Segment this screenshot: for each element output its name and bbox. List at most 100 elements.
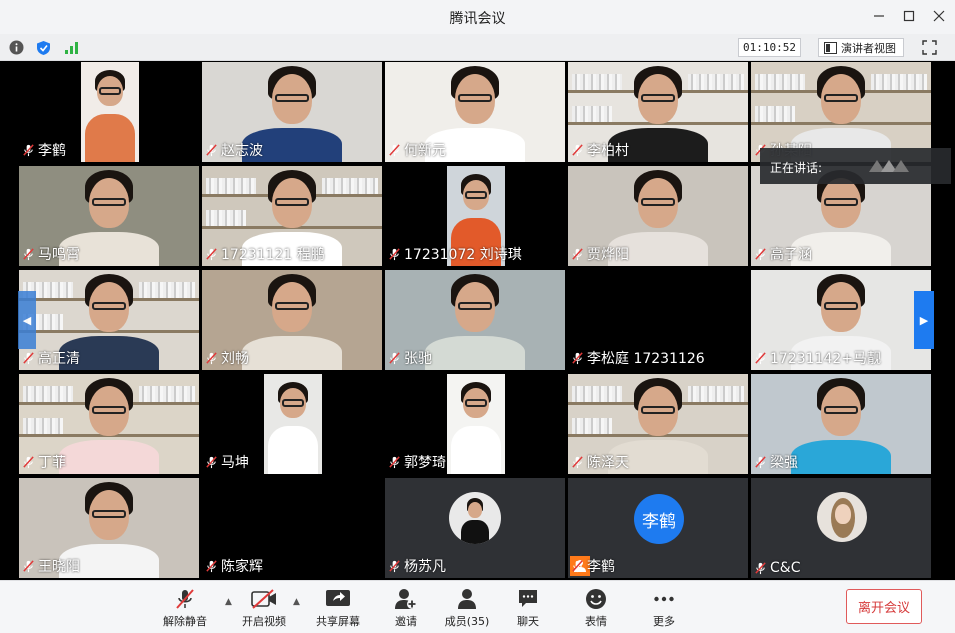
participant-name: 高子涵 (770, 247, 812, 263)
participant-name: 李柏村 (587, 143, 629, 159)
participant-name-tag: 张驰 (388, 348, 432, 368)
maximize-button[interactable] (897, 5, 921, 27)
share-screen-button[interactable]: 共享屏幕 (306, 587, 370, 629)
participant-name-tag: 17231072 刘诗琪 (388, 244, 522, 264)
participant-tile[interactable]: 孙某阳 (751, 62, 931, 162)
members-button[interactable]: 成员(35) (435, 587, 499, 629)
invite-label: 邀请 (395, 615, 417, 628)
participant-tile[interactable]: 丁菲 (19, 374, 199, 474)
info-icon (9, 40, 24, 55)
books-decoration (755, 74, 805, 90)
portrait-video (447, 374, 505, 474)
start-video-button[interactable]: 开启视频 (232, 587, 296, 629)
title-bar: 腾讯会议 (0, 0, 955, 34)
signal-bars-icon (65, 41, 78, 54)
participant-name: 郭梦琦 (404, 455, 446, 471)
mic-muted-icon (176, 589, 194, 609)
mic-muted-icon (389, 559, 400, 572)
participant-tile[interactable]: 李松庭 17231126 (568, 270, 748, 370)
glasses-decoration (458, 94, 492, 102)
participant-name: 杨苏凡 (404, 559, 446, 575)
participant-tile[interactable]: 赵志波 (202, 62, 382, 162)
books-decoration (23, 418, 63, 434)
participant-tile[interactable]: 何新元 (385, 62, 565, 162)
books-decoration (322, 178, 378, 194)
person-body (791, 440, 891, 474)
glasses-decoration (92, 198, 126, 206)
video-options-caret[interactable]: ▲ (293, 597, 303, 607)
participant-name: 赵志波 (221, 143, 263, 159)
presenter-view-label: 演讲者视图 (841, 41, 896, 55)
books-decoration (206, 178, 256, 194)
meeting-info-button[interactable] (8, 39, 25, 56)
meeting-info-bar: 01:10:52 演讲者视图 (0, 34, 955, 61)
books-decoration (572, 386, 622, 402)
arrow-right-icon: ▶ (919, 313, 929, 327)
mic-muted-icon (572, 143, 583, 156)
participant-tile[interactable]: 杨苏凡 (385, 478, 565, 578)
participant-name-tag: 李柏村 (571, 140, 629, 160)
more-button[interactable]: 更多 (632, 587, 696, 629)
mic-muted-icon (23, 455, 34, 468)
participant-avatar-photo (449, 492, 501, 544)
minimize-button[interactable] (867, 5, 891, 27)
video-grid: 李鹤 赵志波 何新元 李柏村 孙某阳 马鸣霄 17231121 程鹏 (0, 62, 955, 580)
participant-tile[interactable]: 李鹤 (19, 62, 199, 162)
presenter-view-button[interactable]: 演讲者视图 (818, 38, 904, 57)
network-signal-button[interactable] (63, 39, 80, 56)
close-button[interactable] (927, 5, 951, 27)
prev-page-button[interactable]: ◀ (18, 291, 36, 349)
security-button[interactable] (35, 39, 52, 56)
participant-tile[interactable]: 陈泽天 (568, 374, 748, 474)
leave-meeting-button[interactable]: 离开会议 (846, 589, 922, 624)
participant-tile[interactable]: C&C (751, 478, 931, 578)
participant-tile[interactable]: 贾烨阳 (568, 166, 748, 266)
chat-label: 聊天 (517, 615, 539, 628)
participant-tile[interactable]: 陈家辉 (202, 478, 382, 578)
participant-tile[interactable]: 王晓阳 (19, 478, 199, 578)
participant-name: 17231142+马靓 (770, 351, 881, 367)
books-decoration (139, 386, 195, 402)
participant-tile[interactable]: 李鹤 李鹤 (568, 478, 748, 578)
participant-name-tag: 王晓阳 (22, 556, 80, 576)
participant-tile[interactable]: 马鸣霄 (19, 166, 199, 266)
participant-name-tag: 陈泽天 (571, 452, 629, 472)
participant-tile[interactable]: 17231072 刘诗琪 (385, 166, 565, 266)
participant-tile[interactable]: 17231142+马靓 (751, 270, 931, 370)
video-off-icon (251, 589, 276, 609)
fullscreen-button[interactable] (920, 38, 939, 57)
next-page-button[interactable]: ▶ (914, 291, 934, 349)
books-decoration (139, 282, 195, 298)
participant-name: 丁菲 (38, 455, 66, 471)
reactions-button[interactable]: 表情 (564, 587, 628, 629)
participant-tile[interactable]: 张驰 (385, 270, 565, 370)
close-icon (933, 10, 945, 22)
unmute-button[interactable]: 解除静音 (153, 587, 217, 629)
mic-muted-icon (206, 559, 217, 572)
participant-tile[interactable]: 17231121 程鹏 (202, 166, 382, 266)
participant-tile[interactable]: 李柏村 (568, 62, 748, 162)
participant-tile[interactable]: 马坤 (202, 374, 382, 474)
participant-name-tag: 贾烨阳 (571, 244, 629, 264)
participant-tile[interactable]: 刘畅 (202, 270, 382, 370)
participant-name-tag: 马鸣霄 (22, 244, 80, 264)
invite-button[interactable]: 邀请 (374, 587, 438, 629)
mic-muted-icon (206, 455, 217, 468)
participant-tile[interactable]: 郭梦琦 (385, 374, 565, 474)
participant-name: 刘畅 (221, 351, 249, 367)
participant-name: 李鹤 (587, 559, 615, 575)
mic-muted-icon (755, 247, 766, 260)
chat-button[interactable]: 聊天 (496, 587, 560, 629)
mic-muted-icon (23, 559, 34, 572)
mic-muted-icon (389, 247, 400, 260)
participant-name-tag: 刘畅 (205, 348, 249, 368)
participant-tile[interactable]: 梁强 (751, 374, 931, 474)
mic-muted-icon (755, 351, 766, 364)
start-video-label: 开启视频 (242, 615, 286, 628)
participant-name-tag: 高正清 (22, 348, 80, 368)
participant-tile[interactable]: 高正清 (19, 270, 199, 370)
unmute-label: 解除静音 (163, 615, 207, 628)
participant-name-tag: 杨苏凡 (388, 556, 446, 576)
mic-muted-icon (389, 143, 400, 156)
minimize-icon (874, 15, 884, 17)
